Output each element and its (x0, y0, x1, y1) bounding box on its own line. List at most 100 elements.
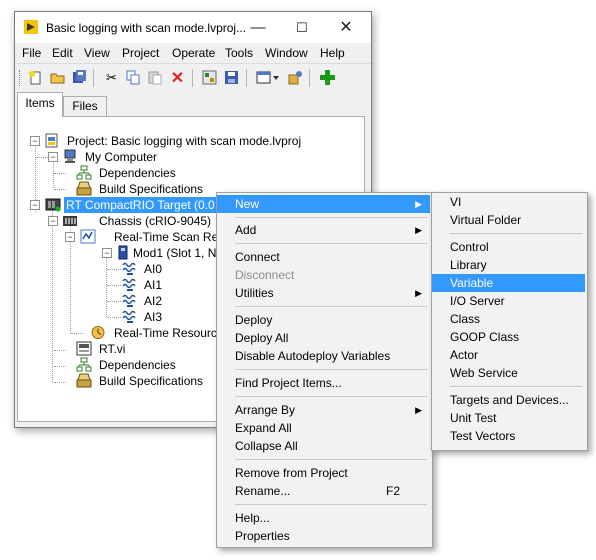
tree-label: My Computer (85, 150, 158, 164)
menu-item-new[interactable]: New ▶ (217, 195, 430, 213)
submenu-item-actor[interactable]: Actor (432, 346, 585, 364)
submenu-arrow-icon: ▶ (415, 225, 422, 235)
dependencies-icon (76, 357, 92, 372)
menu-item-collapse-all[interactable]: Collapse All (217, 437, 430, 455)
menu-item-help[interactable]: Help... (217, 509, 430, 527)
delete-icon[interactable]: ✕ (169, 69, 186, 87)
open-icon[interactable] (49, 69, 66, 86)
collapse-icon[interactable]: − (30, 200, 40, 210)
menu-window[interactable]: Window (265, 46, 308, 60)
save-all-icon[interactable] (71, 69, 88, 86)
submenu-item-goop-class[interactable]: GOOP Class (432, 328, 585, 346)
io-variable-icon (122, 294, 136, 307)
menu-item-deploy[interactable]: Deploy (217, 311, 430, 329)
tree-label: Chassis (cRIO-9045) (99, 214, 212, 228)
menu-tools[interactable]: Tools (225, 46, 253, 60)
context-menu: New ▶ Add ▶ Connect Disconnect Utilities ▶ … (216, 192, 433, 548)
tree-label: Build Specifications (99, 182, 204, 196)
tree-label: AI2 (144, 294, 163, 308)
build-specifications-icon (76, 373, 92, 388)
toolbar-separator (246, 69, 247, 87)
build-specifications-icon (76, 181, 92, 196)
close-button[interactable]: ✕ (324, 12, 368, 43)
toolbar: ✂ ✕ (15, 64, 371, 92)
submenu-item-library[interactable]: Library (432, 256, 585, 274)
menu-item-arrange-by[interactable]: Arrange By ▶ (217, 401, 430, 419)
submenu-item-vi[interactable]: VI (432, 193, 585, 211)
menu-bar: File Edit View Project Operate Tools Win… (15, 43, 371, 64)
save-project-icon[interactable] (223, 69, 240, 86)
tree-label: RT.vi (99, 342, 126, 356)
maximize-button[interactable]: ☐ (280, 12, 324, 43)
cut-icon[interactable]: ✂ (103, 69, 120, 86)
menu-item-disable-autodeploy[interactable]: Disable Autodeploy Variables (217, 347, 430, 365)
io-variable-icon (122, 310, 136, 323)
menu-item-connect[interactable]: Connect (217, 248, 430, 266)
tree-label: Dependencies (99, 166, 176, 180)
submenu-item-control[interactable]: Control (432, 238, 585, 256)
tab-files[interactable]: Files (63, 96, 107, 116)
tab-strip: Items Files (15, 92, 371, 117)
toolbar-separator (309, 69, 310, 87)
build-icon[interactable] (201, 69, 218, 86)
minimize-button[interactable]: — (236, 12, 280, 43)
tree-label: Dependencies (99, 358, 176, 372)
toolbar-separator (93, 69, 94, 87)
collapse-icon[interactable]: − (65, 232, 75, 242)
collapse-icon[interactable]: − (48, 152, 58, 162)
submenu-item-class[interactable]: Class (432, 310, 585, 328)
menu-separator (235, 369, 427, 370)
menu-item-deploy-all[interactable]: Deploy All (217, 329, 430, 347)
menu-operate[interactable]: Operate (172, 46, 215, 60)
collapse-icon[interactable]: − (30, 136, 40, 146)
menu-separator (450, 233, 582, 234)
tab-items[interactable]: Items (17, 92, 63, 117)
clock-icon (91, 326, 105, 339)
submenu-item-virtual-folder[interactable]: Virtual Folder (432, 211, 585, 229)
window-title: Basic logging with scan mode.lvproj... (46, 21, 247, 35)
menu-edit[interactable]: Edit (52, 46, 73, 60)
tree-item-my-computer[interactable]: − My Computer (18, 149, 358, 165)
menu-item-remove-from-project[interactable]: Remove from Project (217, 464, 430, 482)
menu-item-rename[interactable]: Rename... F2 (217, 482, 430, 500)
title-bar[interactable]: Basic logging with scan mode.lvproj... —… (15, 12, 371, 43)
tree-label: AI1 (144, 278, 163, 292)
tree-item-dependencies[interactable]: Dependencies (18, 165, 358, 181)
submenu-item-web-service[interactable]: Web Service (432, 364, 585, 382)
new-icon[interactable] (27, 69, 44, 86)
paste-icon[interactable] (147, 69, 164, 86)
submenu-item-test-vectors[interactable]: Test Vectors (432, 427, 585, 445)
collapse-icon[interactable]: − (102, 248, 112, 258)
copy-icon[interactable] (125, 69, 142, 86)
menu-help[interactable]: Help (320, 46, 345, 60)
toolbar-separator (192, 69, 193, 87)
tree-label: Build Specifications (99, 374, 204, 388)
view-icon[interactable] (255, 69, 281, 86)
menu-item-add[interactable]: Add ▶ (217, 221, 430, 239)
tree-label: AI3 (144, 310, 163, 324)
toolbar-grip[interactable] (19, 70, 22, 86)
menu-item-find-project-items[interactable]: Find Project Items... (217, 374, 430, 392)
submenu-item-unit-test[interactable]: Unit Test (432, 409, 585, 427)
menu-separator (450, 386, 582, 387)
labview-project-icon (24, 20, 38, 34)
collapse-icon[interactable]: − (48, 216, 58, 226)
menu-file[interactable]: File (22, 46, 41, 60)
submenu-arrow-icon: ▶ (415, 199, 422, 209)
submenu-item-io-server[interactable]: I/O Server (432, 292, 585, 310)
menu-item-properties[interactable]: Properties (217, 527, 430, 545)
menu-separator (235, 217, 427, 218)
tree-label: AI0 (144, 262, 163, 276)
menu-item-utilities[interactable]: Utilities ▶ (217, 284, 430, 302)
add-icon[interactable] (319, 69, 336, 86)
properties-icon[interactable] (287, 69, 304, 86)
tree-item-project[interactable]: − Project: Basic logging with scan mode.… (18, 133, 358, 149)
new-submenu: VI Virtual Folder Control Library Variab… (431, 192, 588, 451)
submenu-item-variable[interactable]: Variable (432, 274, 585, 292)
menu-item-expand-all[interactable]: Expand All (217, 419, 430, 437)
menu-separator (235, 243, 427, 244)
submenu-item-targets-and-devices[interactable]: Targets and Devices... (432, 391, 585, 409)
menu-project[interactable]: Project (122, 46, 159, 60)
scan-resources-icon (80, 229, 96, 244)
menu-view[interactable]: View (84, 46, 110, 60)
